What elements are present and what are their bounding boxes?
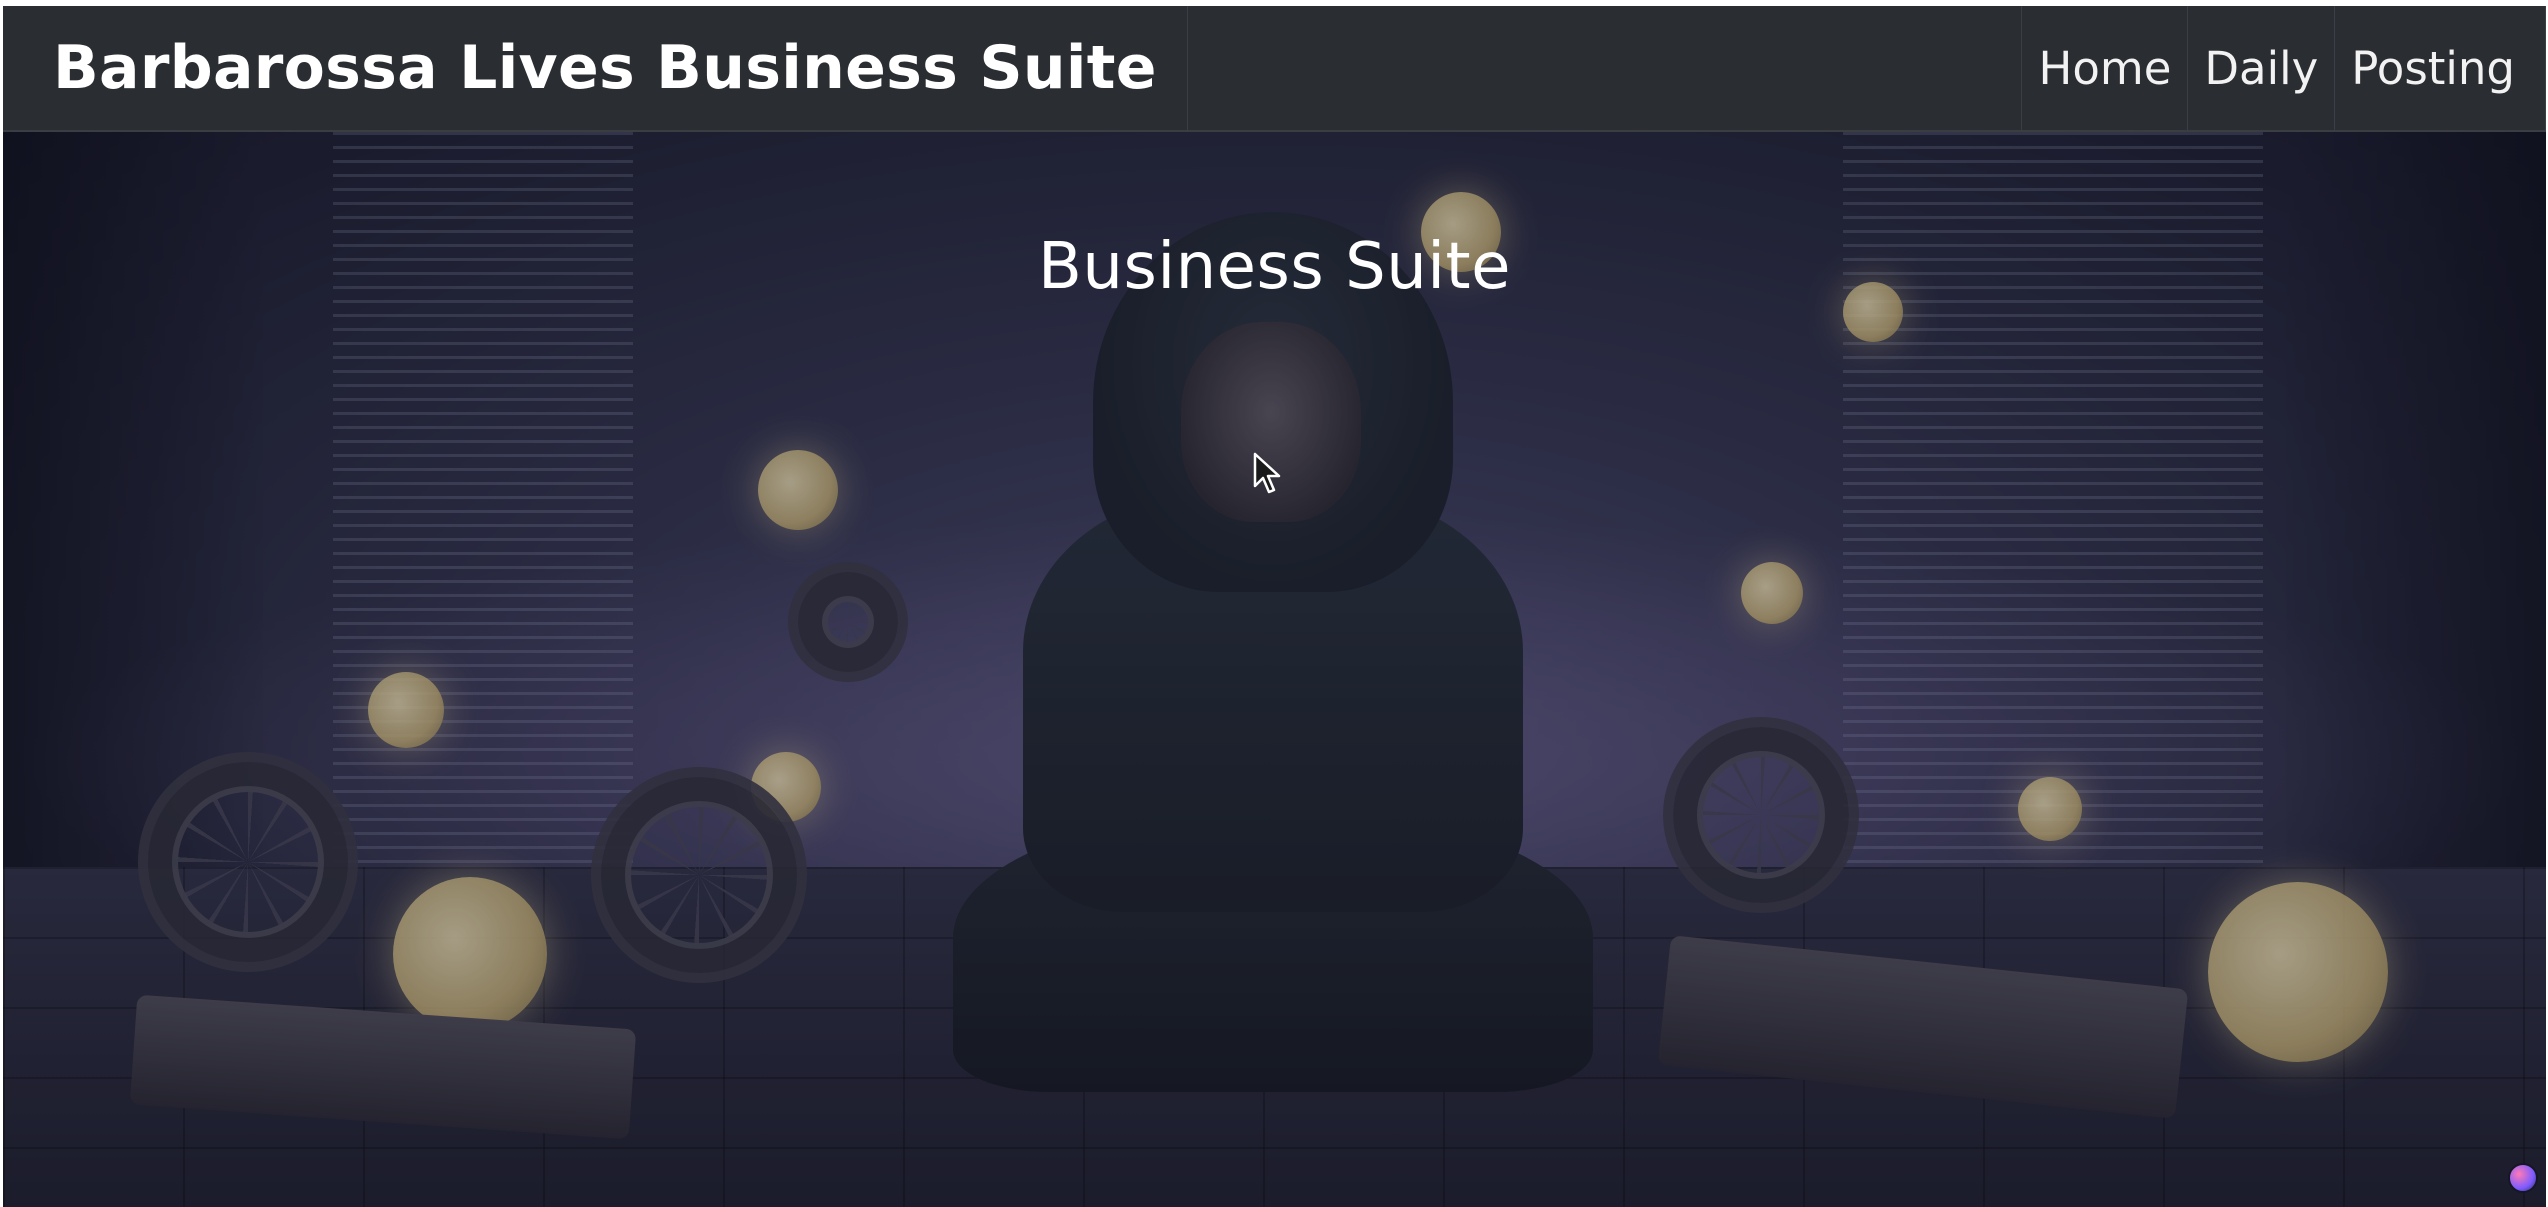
nav-posting-link[interactable]: Posting <box>2334 6 2546 130</box>
app-badge-icon[interactable] <box>2508 1163 2538 1193</box>
nav-home-link[interactable]: Home <box>2021 6 2187 130</box>
top-navbar: Barbarossa Lives Business Suite Home Dai… <box>3 6 2546 132</box>
nav-menu: Home Daily Posting <box>2021 6 2546 130</box>
nav-daily-link[interactable]: Daily <box>2187 6 2334 130</box>
brand-title[interactable]: Barbarossa Lives Business Suite <box>3 6 1188 130</box>
app-window: Barbarossa Lives Business Suite Home Dai… <box>3 6 2546 1207</box>
hero-title: Business Suite <box>1038 230 1511 304</box>
mouse-pointer-icon <box>1253 452 1281 494</box>
hero-banner: Business Suite <box>3 132 2546 1207</box>
